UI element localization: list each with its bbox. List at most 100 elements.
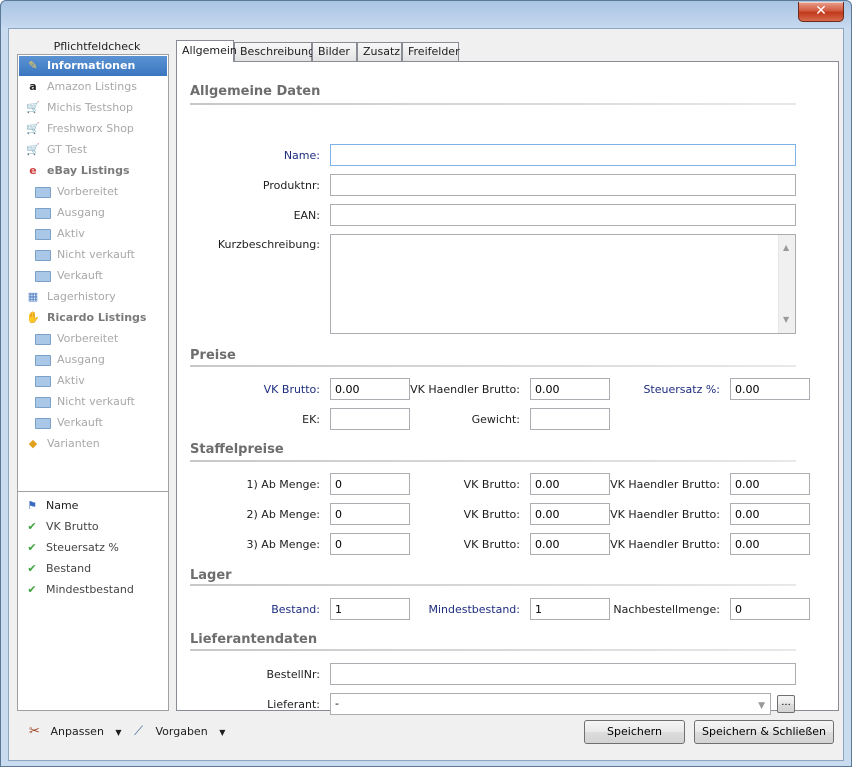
- section-title-allgemeine-daten: Allgemeine Daten: [190, 84, 321, 99]
- staffel-1-haendler-label: VK Haendler Brutto:: [610, 478, 720, 491]
- ean-input[interactable]: [330, 204, 796, 226]
- staffel-2-menge-input[interactable]: [330, 503, 410, 525]
- tree-item-label: Informationen: [47, 59, 136, 72]
- tree-item-label: Ausgang: [57, 206, 105, 219]
- tree-item[interactable]: a Amazon Listings: [19, 77, 167, 97]
- tree-item[interactable]: Nicht verkauft: [19, 245, 167, 265]
- folder-icon: [35, 208, 51, 219]
- bestand-input[interactable]: [330, 598, 410, 620]
- staffel-1-haendler-input[interactable]: [730, 473, 810, 495]
- flag-icon: ⚑: [27, 499, 37, 512]
- folder-icon: [35, 397, 51, 408]
- name-input[interactable]: [330, 144, 796, 166]
- staffel-3-menge-input[interactable]: [330, 533, 410, 555]
- dropdown-arrow-icon: ▼: [219, 728, 226, 737]
- tree-item[interactable]: 🛒 GT Test: [19, 140, 167, 160]
- tree-item-label: Vorbereitet: [57, 332, 119, 345]
- tree-item[interactable]: ✎ Informationen: [19, 56, 167, 76]
- staffel-2-vk-label: VK Brutto:: [463, 508, 520, 521]
- tree-item[interactable]: Ausgang: [19, 203, 167, 223]
- kurzbeschreibung-textarea[interactable]: ▲ ▼: [330, 234, 796, 334]
- chevron-down-icon[interactable]: ▼: [758, 698, 765, 714]
- checklist-item-label: Name: [46, 499, 79, 512]
- steuersatz-input[interactable]: [730, 378, 810, 400]
- staffel-3-menge-label: 3) Ab Menge:: [246, 538, 320, 551]
- tab-panel-allgemein: Allgemeine Daten Name: Produktnr: EAN: K…: [176, 61, 839, 715]
- tree-item-label: Aktiv: [57, 227, 85, 240]
- navigation-tree: ✎ Informationen a Amazon Listings 🛒 Michis Te…: [17, 54, 169, 492]
- vk-haendler-brutto-input[interactable]: [530, 378, 610, 400]
- tab-freifelder[interactable]: Freifelder: [402, 42, 460, 61]
- ek-input[interactable]: [330, 408, 410, 430]
- tree-item-label: Nicht verkauft: [57, 395, 135, 408]
- checklist-item[interactable]: ✔ Bestand: [24, 559, 91, 579]
- tree-item-label: Ricardo Listings: [47, 311, 147, 324]
- anpassen-label: Anpassen: [50, 725, 104, 738]
- speichern-schliessen-button[interactable]: Speichern & Schließen: [694, 720, 834, 744]
- staffel-2-haendler-label: VK Haendler Brutto:: [610, 508, 720, 521]
- tab-bilder[interactable]: Bilder: [312, 42, 357, 61]
- tree-item[interactable]: ✋ Ricardo Listings: [19, 308, 167, 328]
- staffel-2-haendler-input[interactable]: [730, 503, 810, 525]
- staffel-3-haendler-input[interactable]: [730, 533, 810, 555]
- bestellnr-input[interactable]: [330, 663, 796, 685]
- scroll-down-icon[interactable]: ▼: [783, 312, 789, 328]
- pflichtfeldcheck-header: Pflichtfeldcheck: [53, 40, 141, 53]
- dialog-client: Pflichtfeldcheck ✎ Informationen a Amazon L…: [8, 28, 844, 761]
- mindestbestand-label: Mindestbestand:: [428, 603, 520, 616]
- folder-icon: [35, 250, 51, 261]
- folder-icon: [35, 334, 51, 345]
- vk-brutto-input[interactable]: [330, 378, 410, 400]
- staffel-3-vk-input[interactable]: [530, 533, 610, 555]
- tab-beschreibung[interactable]: Beschreibung: [234, 42, 315, 61]
- close-button[interactable]: ✕: [798, 2, 844, 22]
- checklist-item[interactable]: ⚑ Name: [24, 496, 78, 516]
- staffel-1-vk-input[interactable]: [530, 473, 610, 495]
- tab-zusatz[interactable]: Zusatz: [357, 42, 402, 61]
- folder-icon: [35, 271, 51, 282]
- tree-item-label: Ausgang: [57, 353, 105, 366]
- speichern-button[interactable]: Speichern: [584, 720, 685, 744]
- mindestbestand-input[interactable]: [530, 598, 610, 620]
- tree-item[interactable]: ▦ Lagerhistory: [19, 287, 167, 307]
- tree-item[interactable]: Verkauft: [19, 413, 167, 433]
- vorgaben-label: Vorgaben: [155, 725, 208, 738]
- tree-item[interactable]: Vorbereitet: [19, 182, 167, 202]
- section-divider: [190, 649, 796, 651]
- produktnr-input[interactable]: [330, 174, 796, 196]
- checklist-item[interactable]: ✔ VK Brutto: [24, 517, 98, 537]
- tree-item-label: Verkauft: [57, 269, 103, 282]
- section-title-preise: Preise: [190, 348, 236, 363]
- staffel-1-menge-label: 1) Ab Menge:: [246, 478, 320, 491]
- required-field-checklist: ⚑ Name ✔ VK Brutto ✔ Steuersatz % ✔ Bestand ✔ Min…: [17, 491, 169, 711]
- check-icon: ✔: [27, 583, 37, 596]
- tree-item[interactable]: Aktiv: [19, 371, 167, 391]
- tree-item-label: Michis Testshop: [47, 101, 133, 114]
- checklist-item[interactable]: ✔ Mindestbestand: [24, 580, 133, 600]
- tree-item-label: eBay Listings: [47, 164, 130, 177]
- anpassen-dropdown[interactable]: ✂ Anpassen ▼: [29, 722, 122, 742]
- textarea-scrollbar[interactable]: ▲ ▼: [778, 235, 795, 333]
- ek-label: EK:: [302, 413, 320, 426]
- tree-item[interactable]: Nicht verkauft: [19, 392, 167, 412]
- scroll-up-icon[interactable]: ▲: [783, 240, 789, 256]
- staffel-2-vk-input[interactable]: [530, 503, 610, 525]
- lieferant-browse-button[interactable]: ...: [777, 695, 795, 713]
- tree-item[interactable]: 🛒 Freshworx Shop: [19, 119, 167, 139]
- tree-item[interactable]: Vorbereitet: [19, 329, 167, 349]
- tree-item[interactable]: Verkauft: [19, 266, 167, 286]
- lieferant-select[interactable]: - ▼: [330, 693, 771, 715]
- tree-item[interactable]: Ausgang: [19, 350, 167, 370]
- tree-item[interactable]: 🛒 Michis Testshop: [19, 98, 167, 118]
- checklist-item[interactable]: ✔ Steuersatz %: [24, 538, 118, 558]
- tree-item-label: Aktiv: [57, 374, 85, 387]
- tree-item[interactable]: Aktiv: [19, 224, 167, 244]
- tree-item[interactable]: e eBay Listings: [19, 161, 167, 181]
- gewicht-input[interactable]: [530, 408, 610, 430]
- tree-item[interactable]: ◆ Varianten: [19, 434, 167, 454]
- vorgaben-dropdown[interactable]: ⟋ Vorgaben ▼: [134, 722, 225, 742]
- section-divider: [190, 460, 796, 462]
- staffel-1-menge-input[interactable]: [330, 473, 410, 495]
- tab-allgemein[interactable]: Allgemein: [176, 40, 237, 62]
- nachbestellmenge-input[interactable]: [730, 598, 810, 620]
